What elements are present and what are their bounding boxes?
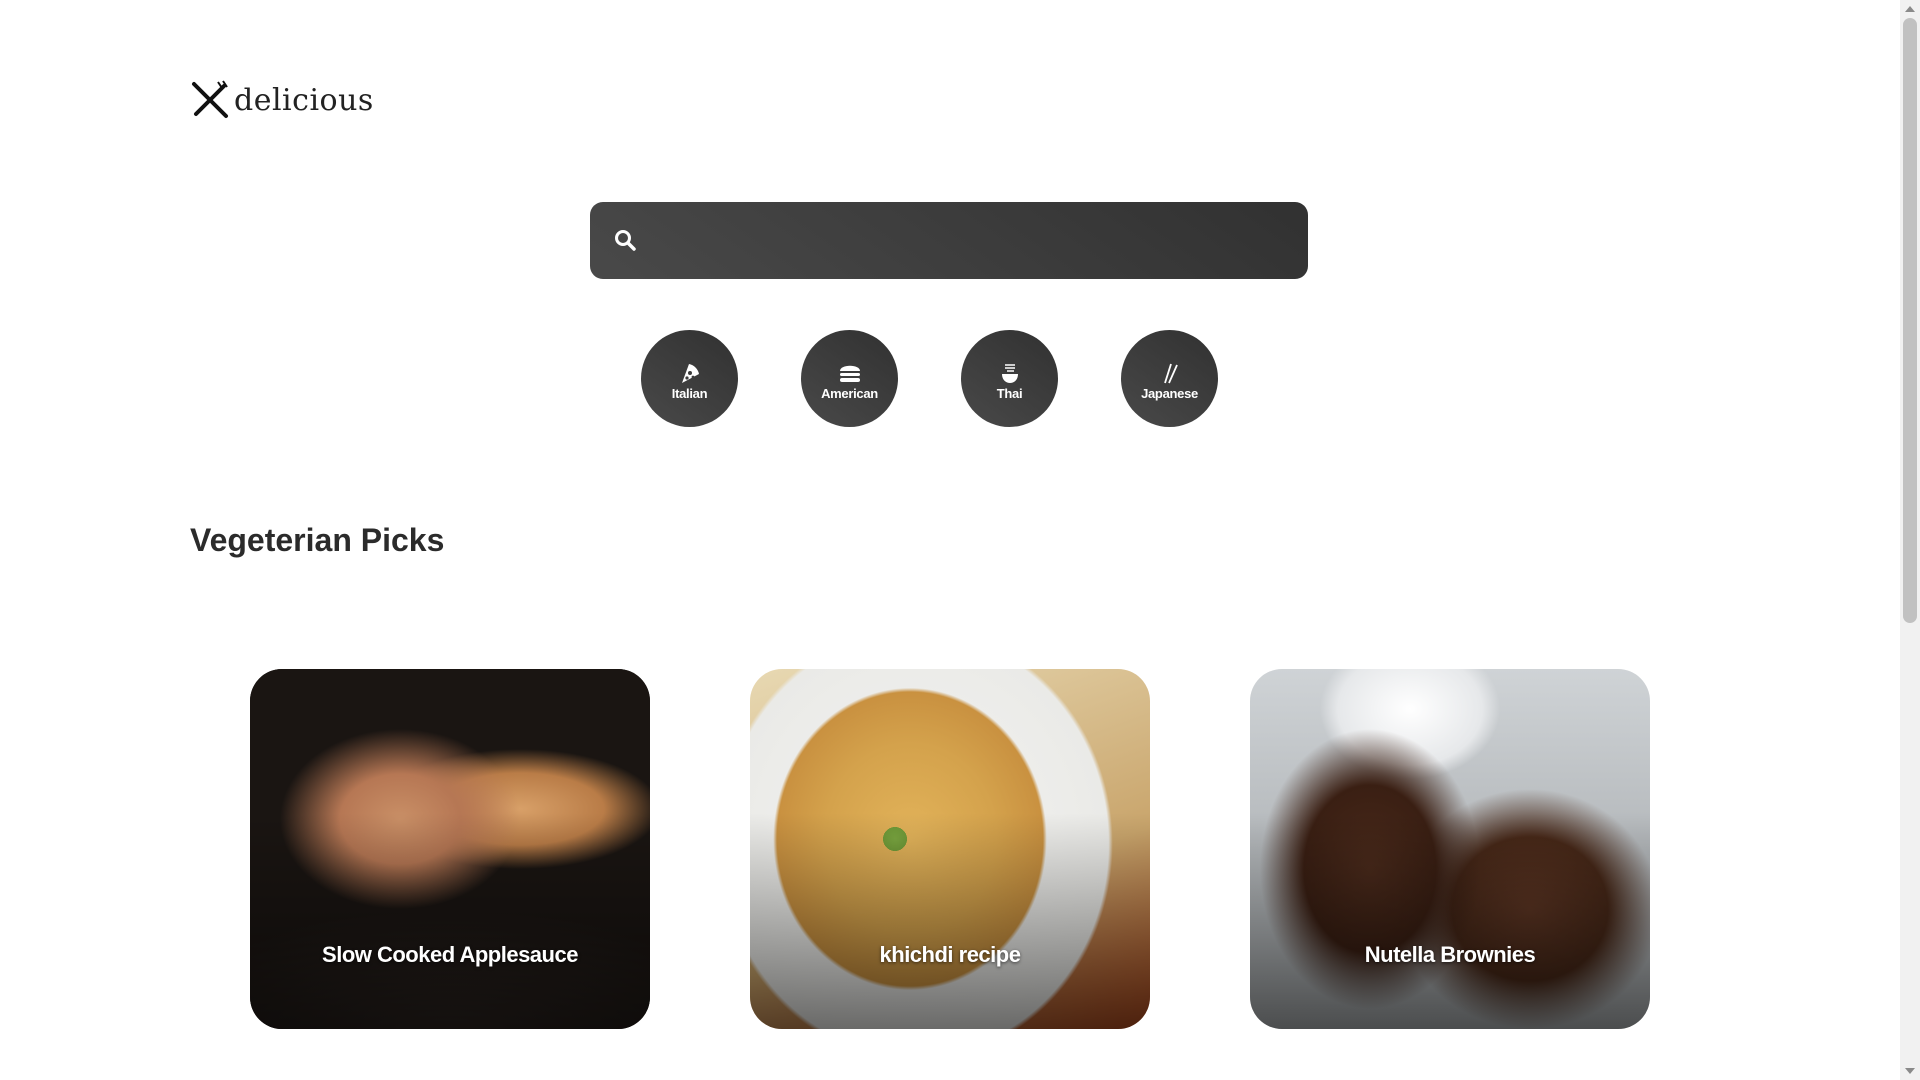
recipe-card[interactable]: Nutella Brownies	[1250, 669, 1650, 1029]
category-american[interactable]: American	[801, 330, 898, 427]
recipe-title: khichdi recipe	[879, 942, 1021, 967]
category-list: Italian American Thai Japanese	[641, 330, 1218, 427]
noodle-bowl-icon	[1001, 363, 1018, 383]
category-italian[interactable]: Italian	[641, 330, 738, 427]
scroll-thumb[interactable]	[1903, 18, 1917, 623]
chopsticks-icon	[1163, 363, 1178, 383]
hamburger-icon	[839, 365, 860, 382]
category-label: American	[821, 385, 878, 401]
search-icon	[615, 230, 636, 251]
recipe-title: Slow Cooked Applesauce	[322, 942, 578, 967]
recipe-title: Nutella Brownies	[1364, 942, 1536, 967]
scroll-up-arrow-icon[interactable]	[1905, 6, 1915, 12]
logo[interactable]: delicious	[190, 80, 374, 120]
pizza-icon	[681, 363, 699, 383]
section-title: Vegeterian Picks	[190, 522, 445, 558]
scroll-down-arrow-icon[interactable]	[1905, 1068, 1915, 1074]
page: delicious Italian American Thai Japanese…	[0, 0, 1920, 1080]
category-label: Japanese	[1141, 385, 1198, 401]
vertical-scrollbar[interactable]	[1900, 0, 1920, 1080]
fork-knife-icon	[192, 80, 228, 118]
recipe-card[interactable]: Slow Cooked Applesauce	[250, 669, 650, 1029]
category-label: Thai	[996, 385, 1023, 401]
category-label: Italian	[671, 385, 708, 401]
logo-text: delicious	[234, 82, 374, 118]
category-japanese[interactable]: Japanese	[1121, 330, 1218, 427]
search-bar[interactable]	[590, 202, 1308, 281]
search-input[interactable]	[654, 202, 1288, 281]
category-thai[interactable]: Thai	[961, 330, 1058, 427]
recipe-card[interactable]: khichdi recipe	[750, 669, 1150, 1029]
